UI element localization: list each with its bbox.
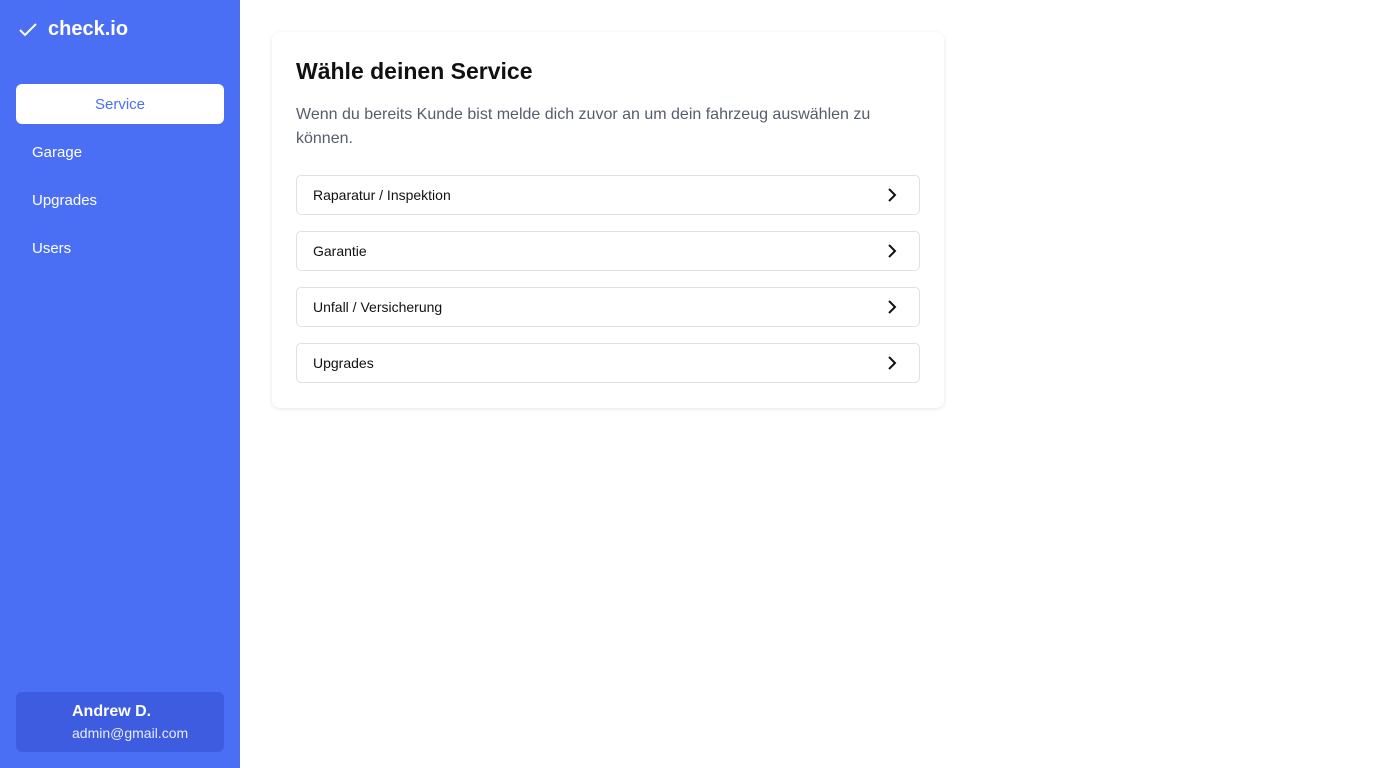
- option-label: Unfall / Versicherung: [313, 299, 443, 315]
- page-title: Wähle deinen Service: [296, 58, 533, 84]
- chevron-right-icon: [888, 300, 897, 314]
- sidebar-item-users[interactable]: Users: [16, 228, 224, 268]
- sidebar-item-service[interactable]: Service: [16, 84, 224, 124]
- option-unfall[interactable]: Unfall / Versicherung: [296, 287, 920, 327]
- user-name: Andrew D.: [72, 703, 152, 720]
- option-label: Garantie: [313, 243, 367, 259]
- option-garantie[interactable]: Garantie: [296, 231, 920, 271]
- service-card: Wähle deinen Service Wenn du bereits Kun…: [272, 32, 944, 408]
- chevron-right-icon: [888, 356, 897, 370]
- user-card[interactable]: Andrew D. admin@gmail.com: [16, 692, 224, 752]
- sidebar: check.io Service Garage Upgrades Users A…: [0, 0, 240, 768]
- option-label: Upgrades: [313, 355, 374, 371]
- check-icon: [19, 22, 37, 36]
- option-label: Raparatur / Inspektion: [313, 187, 451, 203]
- logo[interactable]: check.io: [18, 18, 128, 41]
- sidebar-item-upgrades[interactable]: Upgrades: [16, 180, 224, 220]
- chevron-right-icon: [888, 188, 897, 202]
- brand-name: check.io: [48, 18, 129, 40]
- sidebar-item-garage[interactable]: Garage: [16, 132, 224, 172]
- description: Wenn du bereits Kunde bist melde dich zu…: [296, 106, 871, 147]
- option-upgrades[interactable]: Upgrades: [296, 343, 920, 383]
- chevron-right-icon: [888, 244, 897, 258]
- option-reparatur[interactable]: Raparatur / Inspektion: [296, 175, 920, 215]
- user-email: admin@gmail.com: [72, 725, 189, 741]
- sidebar-nav: Service Garage Upgrades Users: [16, 84, 224, 276]
